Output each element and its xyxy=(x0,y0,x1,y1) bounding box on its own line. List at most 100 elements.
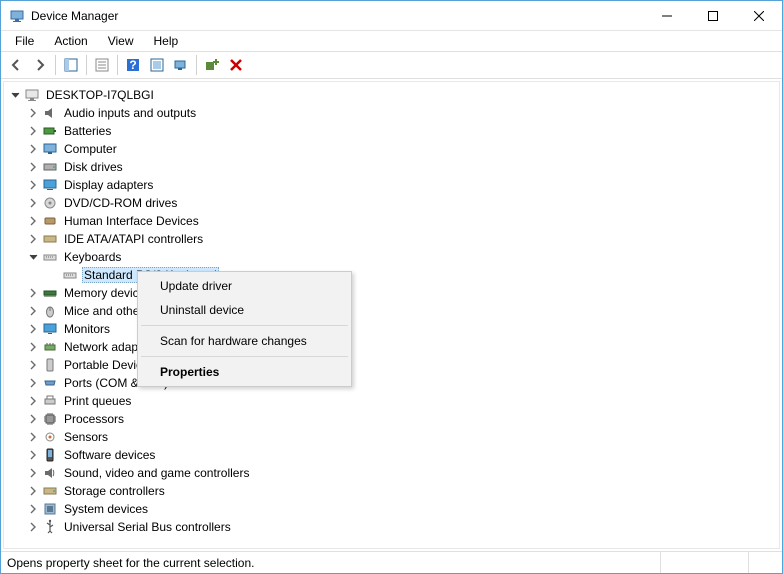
device-tree[interactable]: DESKTOP-I7QLBGI Audio inputs and outputs B… xyxy=(3,81,780,549)
expand-icon[interactable] xyxy=(26,286,40,300)
status-cell xyxy=(748,552,776,573)
tree-category[interactable]: Audio inputs and outputs xyxy=(4,104,779,122)
action-button[interactable] xyxy=(146,54,168,76)
uninstall-button[interactable] xyxy=(225,54,247,76)
computer-icon xyxy=(24,87,40,103)
tree-category[interactable]: Keyboards xyxy=(4,248,779,266)
tree-category[interactable]: Batteries xyxy=(4,122,779,140)
expand-icon[interactable] xyxy=(26,448,40,462)
expand-icon[interactable] xyxy=(26,340,40,354)
tree-category-label: Batteries xyxy=(62,124,113,138)
title-bar: Device Manager xyxy=(1,1,782,31)
expand-icon[interactable] xyxy=(26,376,40,390)
expand-icon[interactable] xyxy=(26,502,40,516)
separator xyxy=(141,356,348,357)
tree-category[interactable]: Print queues xyxy=(4,392,779,410)
category-icon xyxy=(42,465,58,481)
tree-category[interactable]: Computer xyxy=(4,140,779,158)
ctx-uninstall-device[interactable]: Uninstall device xyxy=(140,298,349,322)
tree-category-label: Sound, video and game controllers xyxy=(62,466,251,480)
expand-icon[interactable] xyxy=(26,106,40,120)
expand-icon[interactable] xyxy=(26,520,40,534)
scan-hardware-button[interactable] xyxy=(170,54,192,76)
menu-help[interactable]: Help xyxy=(146,32,187,50)
category-icon xyxy=(42,375,58,391)
category-icon xyxy=(42,195,58,211)
category-icon xyxy=(42,213,58,229)
tree-category[interactable]: Software devices xyxy=(4,446,779,464)
tree-category[interactable]: Human Interface Devices xyxy=(4,212,779,230)
expand-icon[interactable] xyxy=(26,196,40,210)
collapse-icon[interactable] xyxy=(26,250,40,264)
context-menu: Update driver Uninstall device Scan for … xyxy=(137,271,352,387)
keyboard-icon xyxy=(62,267,78,283)
tree-category[interactable]: Disk drives xyxy=(4,158,779,176)
tree-category[interactable]: DVD/CD-ROM drives xyxy=(4,194,779,212)
minimize-button[interactable] xyxy=(644,1,690,31)
ctx-properties[interactable]: Properties xyxy=(140,360,349,384)
tree-category[interactable]: Monitors xyxy=(4,320,779,338)
tree-category[interactable]: Ports (COM & LPT) xyxy=(4,374,779,392)
tree-category-label: Audio inputs and outputs xyxy=(62,106,198,120)
tree-category[interactable]: Mice and other pointing devices xyxy=(4,302,779,320)
tree-category[interactable]: Processors xyxy=(4,410,779,428)
category-icon xyxy=(42,429,58,445)
tree-root-node[interactable]: DESKTOP-I7QLBGI xyxy=(4,86,779,104)
expand-icon[interactable] xyxy=(26,322,40,336)
tree-category[interactable]: Storage controllers xyxy=(4,482,779,500)
status-bar: Opens property sheet for the current sel… xyxy=(1,551,782,573)
tree-device[interactable]: Standard PS/2 Keyboard xyxy=(4,266,779,284)
separator xyxy=(141,325,348,326)
expand-icon[interactable] xyxy=(26,412,40,426)
tree-category[interactable]: Display adapters xyxy=(4,176,779,194)
tree-category-label: Human Interface Devices xyxy=(62,214,201,228)
expand-icon[interactable] xyxy=(26,304,40,318)
show-hide-tree-button[interactable] xyxy=(60,54,82,76)
expand-icon[interactable] xyxy=(26,232,40,246)
ctx-scan-hardware[interactable]: Scan for hardware changes xyxy=(140,329,349,353)
category-icon xyxy=(42,231,58,247)
help-button[interactable]: ? xyxy=(122,54,144,76)
properties-button[interactable] xyxy=(91,54,113,76)
tree-category[interactable]: Portable Devices xyxy=(4,356,779,374)
menu-action[interactable]: Action xyxy=(46,32,95,50)
tree-category[interactable]: Universal Serial Bus controllers xyxy=(4,518,779,536)
category-icon xyxy=(42,285,58,301)
expand-icon[interactable] xyxy=(26,430,40,444)
expand-icon[interactable] xyxy=(26,214,40,228)
tree-category[interactable]: Network adapters xyxy=(4,338,779,356)
category-icon xyxy=(42,357,58,373)
tree-category[interactable]: Memory devices xyxy=(4,284,779,302)
tree-category[interactable]: System devices xyxy=(4,500,779,518)
expand-icon[interactable] xyxy=(26,178,40,192)
svg-text:?: ? xyxy=(129,58,136,72)
tree-category[interactable]: IDE ATA/ATAPI controllers xyxy=(4,230,779,248)
tree-root-label: DESKTOP-I7QLBGI xyxy=(44,88,156,102)
menu-view[interactable]: View xyxy=(100,32,142,50)
maximize-button[interactable] xyxy=(690,1,736,31)
forward-button[interactable] xyxy=(29,54,51,76)
collapse-icon[interactable] xyxy=(8,88,22,102)
separator xyxy=(196,55,197,75)
tree-category[interactable]: Sensors xyxy=(4,428,779,446)
expand-icon[interactable] xyxy=(26,142,40,156)
tree-category[interactable]: Sound, video and game controllers xyxy=(4,464,779,482)
tree-category-label: Computer xyxy=(62,142,119,156)
expand-icon[interactable] xyxy=(26,484,40,498)
expand-icon[interactable] xyxy=(26,466,40,480)
category-icon xyxy=(42,141,58,157)
close-button[interactable] xyxy=(736,1,782,31)
ctx-update-driver[interactable]: Update driver xyxy=(140,274,349,298)
tree-category-label: Software devices xyxy=(62,448,157,462)
expand-icon[interactable] xyxy=(26,160,40,174)
expand-icon[interactable] xyxy=(26,394,40,408)
add-legacy-button[interactable] xyxy=(201,54,223,76)
expand-icon[interactable] xyxy=(26,124,40,138)
category-icon xyxy=(42,447,58,463)
expand-icon[interactable] xyxy=(26,358,40,372)
category-icon xyxy=(42,249,58,265)
menu-file[interactable]: File xyxy=(7,32,42,50)
tree-category-label: Storage controllers xyxy=(62,484,167,498)
category-icon xyxy=(42,123,58,139)
back-button[interactable] xyxy=(5,54,27,76)
